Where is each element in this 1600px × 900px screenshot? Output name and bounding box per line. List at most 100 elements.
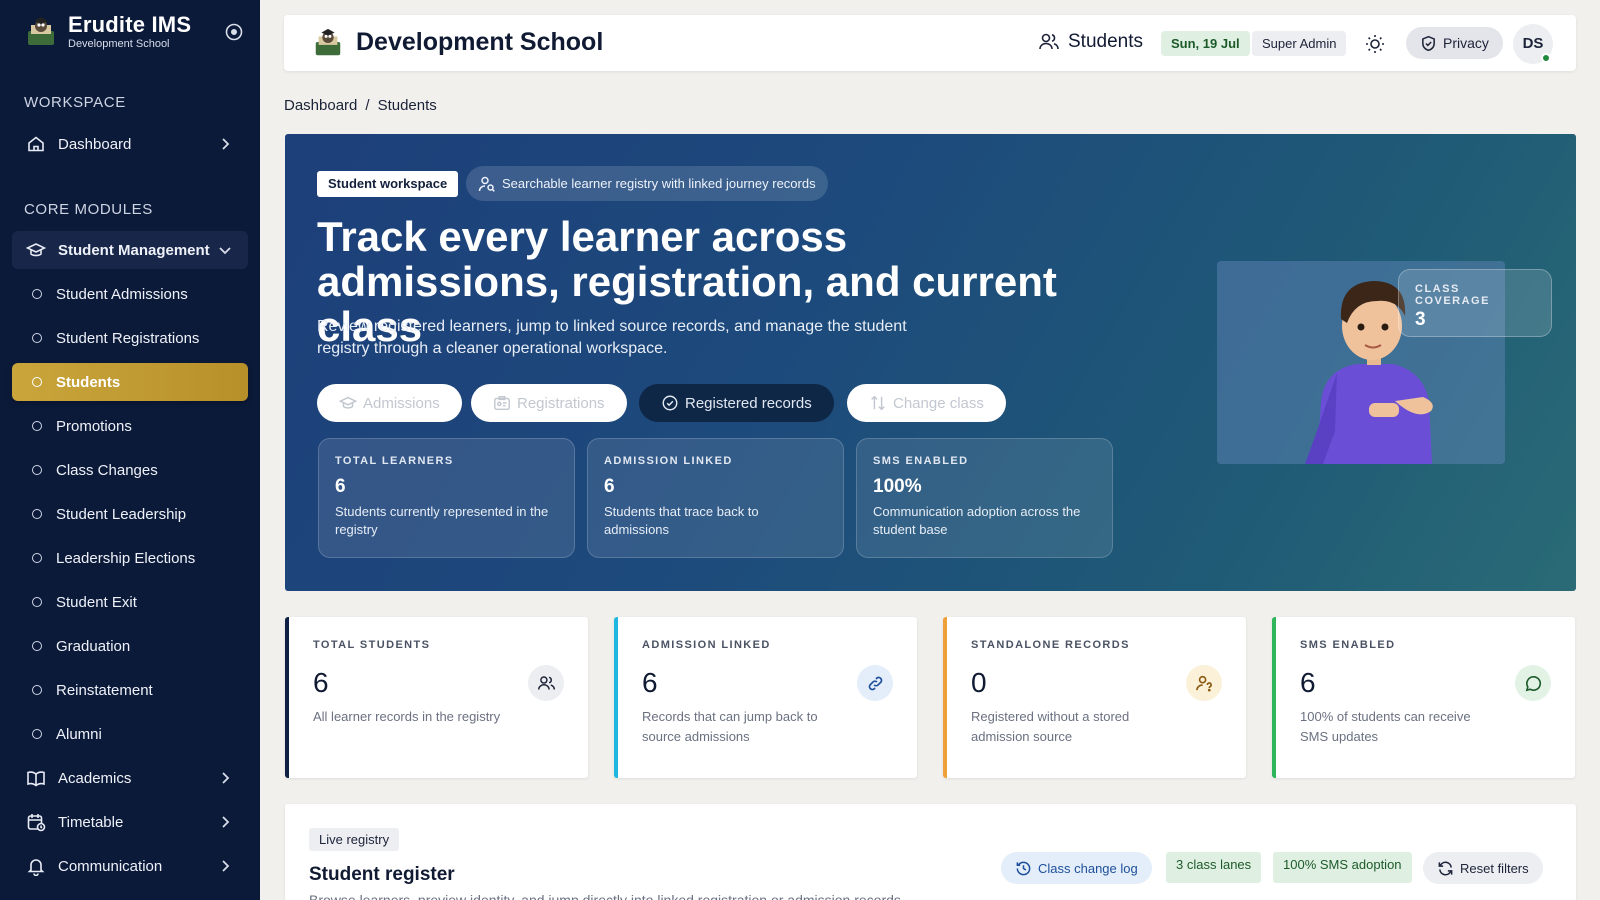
sidebar-item-label: Timetable (58, 813, 124, 831)
sidebar-item-academics[interactable]: Academics (12, 759, 248, 797)
chevron-right-icon (222, 138, 230, 150)
sidebar-item-label: Reinstatement (56, 681, 153, 699)
breadcrumb-dashboard[interactable]: Dashboard (284, 97, 357, 114)
sidebar-item-student-registrations[interactable]: Student Registrations (12, 319, 248, 357)
stat-label: TOTAL LEARNERS (335, 455, 454, 467)
stat-description: Students that trace back to admissions (604, 504, 759, 537)
registered-records-button[interactable]: Registered records (639, 384, 834, 422)
live-registry-tag: Live registry (309, 828, 400, 851)
sidebar-group-student-management[interactable]: Student Management (12, 231, 248, 269)
admissions-button-label: Admissions (363, 394, 440, 412)
app-name: Erudite IMS (68, 12, 192, 37)
bell-icon (27, 859, 45, 876)
student-register-panel: Live registry Student register Browse le… (285, 804, 1576, 900)
sidebar-item-label: Students (56, 373, 121, 391)
stat-value: 6 (604, 476, 615, 497)
coverage-label: CLASS COVERAGE (1415, 283, 1490, 307)
sidebar: Erudite IMS Development School WORKSPACE… (0, 0, 260, 900)
sidebar-item-leadership-elections[interactable]: Leadership Elections (12, 539, 248, 577)
id-card-icon (494, 395, 510, 411)
users-icon (1039, 33, 1059, 50)
kpi-value: 6 (1300, 667, 1316, 698)
change-class-label: Change class (893, 394, 984, 412)
chevron-right-icon (222, 860, 230, 872)
sidebar-item-label: Communication (58, 857, 163, 875)
bullet-icon (32, 421, 42, 431)
current-page-indicator: Students (1038, 31, 1143, 53)
sidebar-group-label: Student Management (58, 241, 210, 259)
kpi-value: 6 (642, 667, 658, 698)
kpi-description: 100% of students can receive SMS updates (1300, 709, 1471, 744)
sun-icon[interactable] (1364, 33, 1386, 55)
registered-records-label: Registered records (685, 394, 812, 412)
sidebar-item-graduation[interactable]: Graduation (12, 627, 248, 665)
sidebar-collapse-icon[interactable] (224, 22, 244, 42)
brand[interactable]: Erudite IMS Development School (24, 14, 191, 50)
registrations-button[interactable]: Registrations (471, 384, 627, 422)
sidebar-item-communication[interactable]: Communication (12, 847, 248, 885)
sidebar-item-label: Promotions (56, 417, 132, 435)
stat-card-sms-enabled: SMS ENABLED 100% Communication adoption … (856, 438, 1113, 558)
avatar[interactable]: DS (1513, 24, 1553, 64)
sidebar-item-label: Leadership Elections (56, 549, 196, 567)
breadcrumb: Dashboard / Students (284, 97, 437, 114)
class-coverage-card: CLASS COVERAGE 3 (1398, 269, 1552, 337)
avatar-initials: DS (1522, 35, 1544, 52)
user-search-icon (478, 176, 495, 192)
class-change-log-button[interactable]: Class change log (1001, 852, 1152, 884)
kpi-label: TOTAL STUDENTS (313, 639, 431, 651)
user-question-icon (1186, 665, 1222, 701)
reset-filters-button[interactable]: Reset filters (1423, 852, 1543, 884)
stat-label: SMS ENABLED (873, 455, 969, 467)
hero-banner: Student workspace Searchable learner reg… (285, 134, 1576, 591)
sidebar-item-timetable[interactable]: Timetable (12, 803, 248, 841)
bullet-icon (32, 553, 42, 563)
bullet-icon (32, 465, 42, 475)
class-change-log-label: Class change log (1038, 860, 1138, 876)
sidebar-item-student-admissions[interactable]: Student Admissions (12, 275, 248, 313)
chevron-right-icon (222, 816, 230, 828)
kpi-label: SMS ENABLED (1300, 639, 1396, 651)
privacy-label: Privacy (1443, 35, 1489, 51)
admissions-button[interactable]: Admissions (317, 384, 462, 422)
history-icon (1016, 861, 1031, 875)
privacy-button[interactable]: Privacy (1406, 27, 1503, 59)
message-icon (1515, 665, 1551, 701)
swap-vertical-icon (871, 395, 885, 411)
sidebar-item-class-changes[interactable]: Class Changes (12, 451, 248, 489)
breadcrumb-current: Students (377, 97, 437, 114)
kpi-value: 0 (971, 667, 987, 698)
change-class-button[interactable]: Change class (847, 384, 1006, 422)
sidebar-item-students[interactable]: Students (12, 363, 248, 401)
section-workspace: WORKSPACE (24, 94, 126, 111)
date-badge: Sun, 19 Jul (1161, 31, 1250, 56)
sidebar-item-label: Academics (58, 769, 132, 787)
sidebar-item-reinstatement[interactable]: Reinstatement (12, 671, 248, 709)
bullet-icon (32, 729, 42, 739)
stat-description: Communication adoption across the studen… (873, 504, 1081, 537)
breadcrumb-separator: / (365, 97, 370, 114)
online-status-dot (1541, 53, 1551, 63)
bullet-icon (32, 289, 42, 299)
bullet-icon (32, 641, 42, 651)
kpi-description: Records that can jump back to source adm… (642, 709, 818, 744)
sidebar-item-alumni[interactable]: Alumni (12, 715, 248, 753)
kpi-description: Registered without a stored admission so… (971, 709, 1130, 744)
sidebar-item-promotions[interactable]: Promotions (12, 407, 248, 445)
sidebar-item-student-exit[interactable]: Student Exit (12, 583, 248, 621)
class-lanes-badge: 3 class lanes (1166, 852, 1262, 883)
kpi-card-admission-linked: ADMISSION LINKED 6 Records that can jump… (614, 617, 917, 778)
sidebar-item-dashboard[interactable]: Dashboard (12, 125, 248, 163)
sidebar-item-label: Student Leadership (56, 505, 187, 523)
sidebar-item-label: Student Admissions (56, 285, 188, 303)
kpi-card-standalone-records: STANDALONE RECORDS 0 Registered without … (943, 617, 1246, 778)
kpi-card-total-students: TOTAL STUDENTS 6 All learner records in … (285, 617, 588, 778)
app-subtitle: Development School (68, 38, 170, 50)
reset-filters-label: Reset filters (1460, 860, 1529, 876)
kpi-description: All learner records in the registry (313, 709, 501, 724)
sidebar-item-student-leadership[interactable]: Student Leadership (12, 495, 248, 533)
bullet-icon (32, 333, 42, 343)
bullet-icon (32, 377, 42, 387)
stat-card-total-learners: TOTAL LEARNERS 6 Students currently repr… (318, 438, 575, 558)
sidebar-item-label: Dashboard (58, 135, 132, 153)
